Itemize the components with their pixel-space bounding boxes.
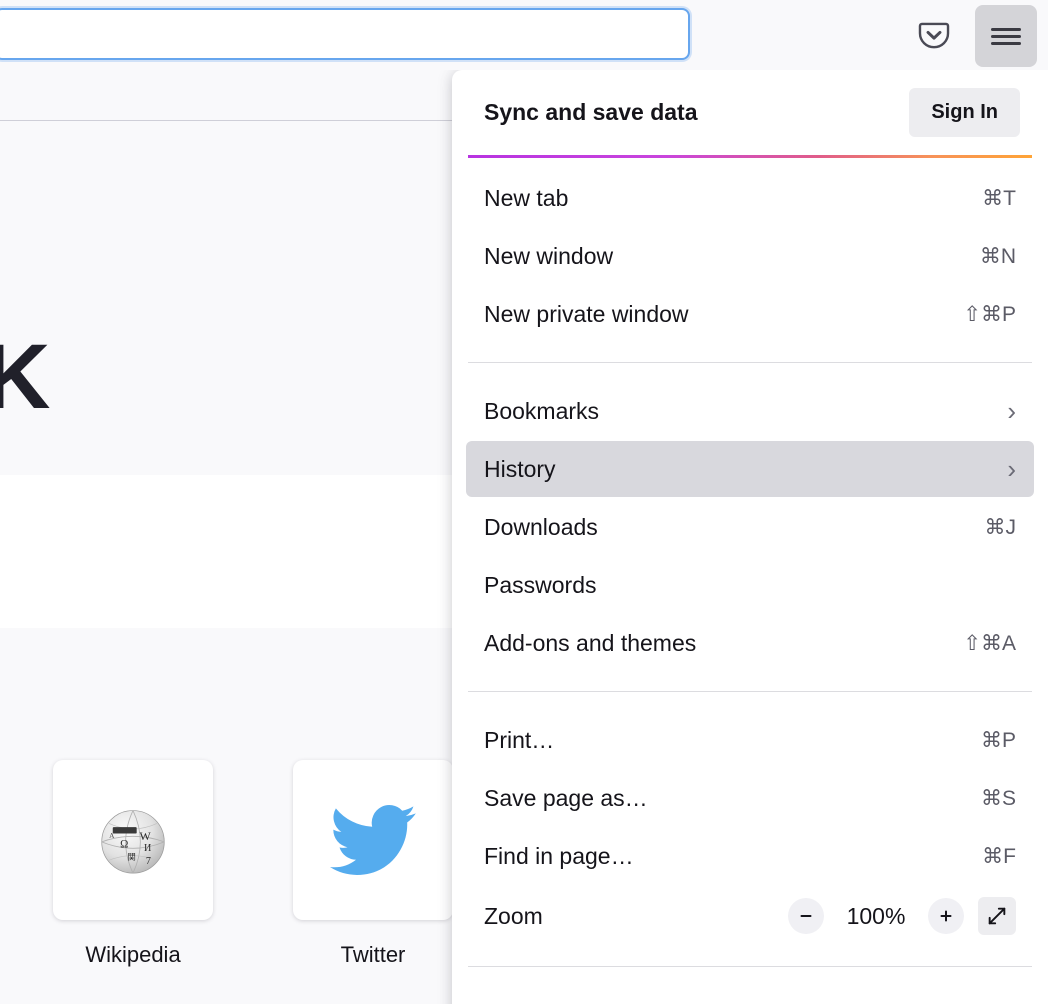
menu-item-shortcut: ⇧⌘A — [963, 631, 1016, 655]
menu-separator — [468, 966, 1032, 967]
minus-icon — [800, 915, 812, 917]
shortcut-label: Wikipedia — [85, 942, 181, 967]
menu-item-history[interactable]: History › — [466, 441, 1034, 497]
menu-item-new-private-window[interactable]: New private window ⇧⌘P — [466, 286, 1034, 342]
menu-item-passwords[interactable]: Passwords — [466, 557, 1034, 613]
chevron-right-icon: › — [1007, 396, 1016, 426]
svg-text:7: 7 — [146, 856, 151, 867]
menu-item-label: Save page as… — [484, 784, 648, 811]
pocket-button[interactable] — [908, 10, 960, 60]
svg-text:W: W — [139, 829, 151, 843]
menu-item-shortcut: ⌘T — [982, 186, 1016, 210]
menu-group-page-actions: Print… ⌘P Save page as… ⌘S Find in page…… — [452, 700, 1048, 958]
menu-item-label: Find in page… — [484, 842, 634, 869]
zoom-increase-button[interactable] — [928, 898, 964, 934]
twitter-bird-icon — [330, 805, 416, 875]
menu-item-label: New private window — [484, 300, 689, 327]
sync-header-row: Sync and save data Sign In — [452, 70, 1048, 155]
menu-item-label: Add-ons and themes — [484, 629, 697, 656]
menu-separator — [468, 362, 1032, 363]
sign-in-button[interactable]: Sign In — [909, 88, 1020, 137]
menu-item-zoom: Zoom 100% — [466, 886, 1034, 946]
menu-item-shortcut: ⌘J — [984, 515, 1017, 539]
menu-item-label: History — [484, 455, 556, 482]
menu-item-new-tab[interactable]: New tab ⌘T — [466, 170, 1034, 226]
menu-item-addons-and-themes[interactable]: Add-ons and themes ⇧⌘A — [466, 615, 1034, 671]
pocket-icon — [918, 22, 950, 49]
svg-text:А: А — [109, 831, 115, 840]
menu-item-shortcut: ⌘P — [980, 728, 1016, 752]
hamburger-icon — [991, 24, 1021, 49]
shortcut-tile[interactable] — [293, 760, 453, 920]
app-menu-button[interactable] — [975, 5, 1037, 67]
sync-title: Sync and save data — [484, 99, 698, 125]
menu-item-label: New window — [484, 242, 614, 269]
zoom-level-value[interactable]: 100% — [838, 903, 914, 930]
menu-item-bookmarks[interactable]: Bookmarks › — [466, 383, 1034, 439]
menu-item-shortcut: ⌘F — [982, 844, 1016, 868]
menu-item-label: Downloads — [484, 513, 598, 540]
browser-window: K W Ω И 関 7 А Wikipedia Twitter Sync and… — [0, 0, 1048, 1004]
shortcut-wikipedia[interactable]: W Ω И 関 7 А Wikipedia — [53, 760, 213, 968]
fullscreen-expand-icon — [988, 907, 1006, 925]
menu-item-shortcut: ⌘N — [979, 244, 1016, 268]
menu-separator — [468, 691, 1032, 692]
zoom-decrease-button[interactable] — [788, 898, 824, 934]
menu-item-find-in-page[interactable]: Find in page… ⌘F — [466, 828, 1034, 884]
svg-text:И: И — [144, 843, 151, 854]
wikipedia-globe-icon: W Ω И 関 7 А — [101, 810, 165, 874]
url-input[interactable] — [0, 8, 690, 60]
menu-item-print[interactable]: Print… ⌘P — [466, 712, 1034, 768]
menu-group-library: Bookmarks › History › Downloads ⌘J Passw… — [452, 371, 1048, 683]
chevron-right-icon: › — [1007, 454, 1016, 484]
menu-item-downloads[interactable]: Downloads ⌘J — [466, 499, 1034, 555]
menu-item-label: Passwords — [484, 571, 597, 598]
menu-item-shortcut: ⇧⌘P — [963, 302, 1016, 326]
svg-text:Ω: Ω — [120, 838, 128, 850]
menu-item-new-window[interactable]: New window ⌘N — [466, 228, 1034, 284]
plus-icon — [940, 910, 952, 922]
svg-text:関: 関 — [127, 853, 135, 862]
zoom-controls: 100% — [788, 897, 1016, 935]
application-menu-panel: Sync and save data Sign In New tab ⌘T Ne… — [452, 70, 1048, 1004]
zoom-label: Zoom — [484, 902, 543, 929]
menu-item-shortcut: ⌘S — [980, 786, 1016, 810]
fullscreen-button[interactable] — [978, 897, 1016, 935]
menu-group-new: New tab ⌘T New window ⌘N New private win… — [452, 158, 1048, 354]
menu-item-label: Print… — [484, 726, 555, 753]
menu-item-save-page-as[interactable]: Save page as… ⌘S — [466, 770, 1034, 826]
shortcut-tile[interactable]: W Ω И 関 7 А — [53, 760, 213, 920]
page-partial-glyph: K — [0, 326, 50, 428]
menu-item-label: New tab — [484, 184, 569, 211]
shortcut-twitter[interactable]: Twitter — [293, 760, 453, 968]
shortcut-label: Twitter — [340, 942, 406, 967]
menu-item-label: Bookmarks — [484, 397, 600, 424]
browser-toolbar — [0, 0, 1048, 70]
